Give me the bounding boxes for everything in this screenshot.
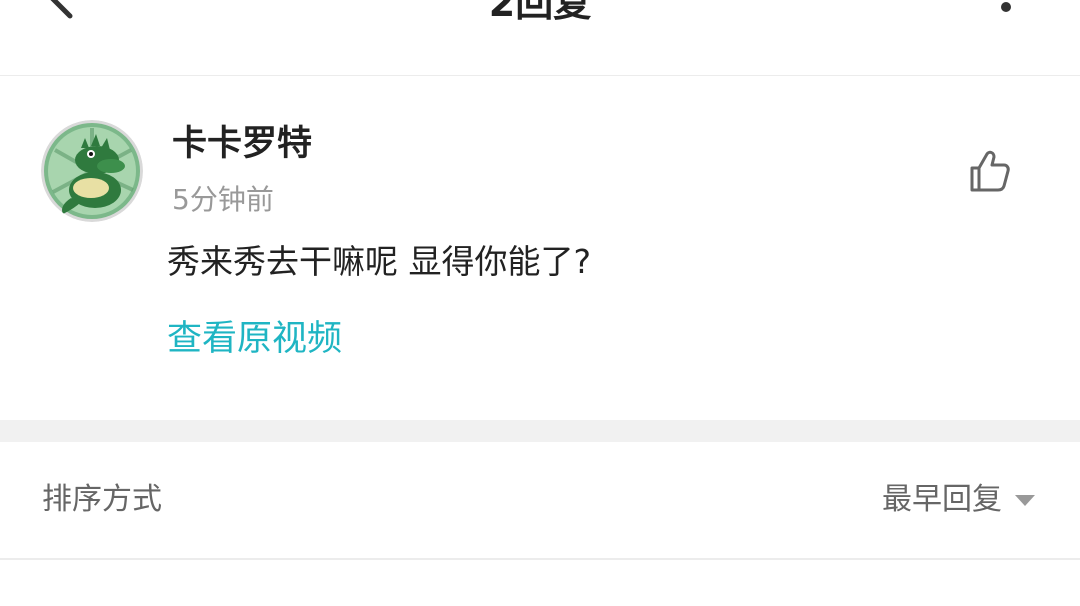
more-button[interactable] <box>996 0 1016 20</box>
crocodile-avatar-icon <box>41 120 143 222</box>
reply-page: 2回复 卡卡罗特 5分钟前 秀来秀去干嘛呢 显得你能了? 查看原视频 排序方式 … <box>0 0 1080 606</box>
sort-dropdown[interactable]: 最早回复 <box>882 478 1036 522</box>
sort-value: 最早回复 <box>882 482 1002 517</box>
comment-card: 卡卡罗特 5分钟前 秀来秀去干嘛呢 显得你能了? 查看原视频 <box>0 76 1080 420</box>
more-dots-icon <box>1001 2 1011 12</box>
like-button[interactable] <box>966 148 1014 196</box>
timestamp: 5分钟前 <box>172 183 274 216</box>
sort-label: 排序方式 <box>42 482 162 517</box>
section-divider <box>0 420 1080 442</box>
comment-text: 秀来秀去干嘛呢 显得你能了? <box>167 242 592 281</box>
thumbs-up-icon <box>970 150 1010 192</box>
username[interactable]: 卡卡罗特 <box>172 122 312 166</box>
avatar[interactable] <box>41 120 143 222</box>
page-title: 2回复 <box>488 0 592 25</box>
view-original-video-link[interactable]: 查看原视频 <box>167 316 342 362</box>
top-bar: 2回复 <box>0 0 1080 76</box>
sort-bar: 排序方式 最早回复 <box>0 442 1080 560</box>
caret-down-icon <box>1015 495 1035 506</box>
